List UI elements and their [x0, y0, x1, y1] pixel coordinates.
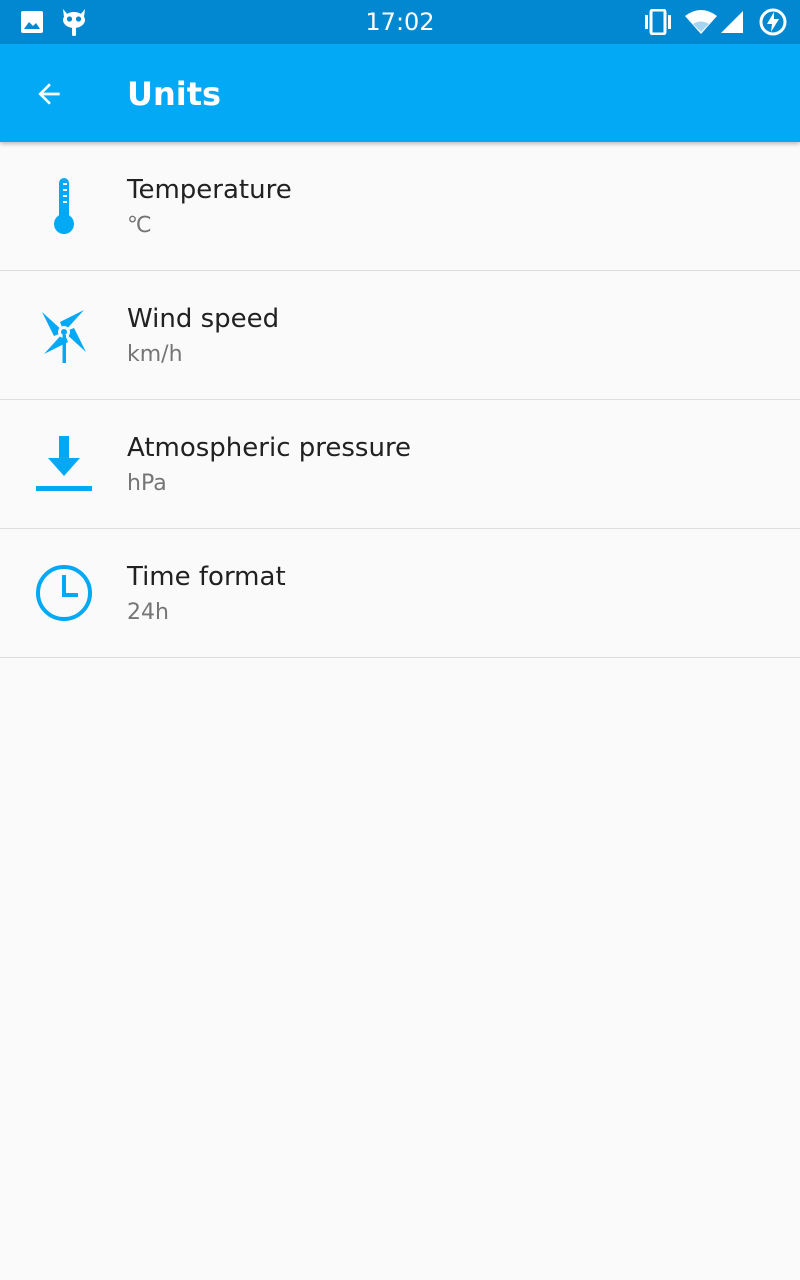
setting-title: Wind speed: [127, 304, 280, 334]
vibrate-icon: [645, 9, 671, 35]
page-title: Units: [127, 75, 222, 113]
setting-value: hPa: [127, 471, 167, 496]
pinwheel-icon: [32, 303, 96, 367]
wifi-icon: [685, 10, 717, 34]
back-button[interactable]: [24, 69, 74, 119]
thermometer-icon: [32, 174, 96, 238]
setting-value: ℃: [127, 213, 152, 238]
setting-atmospheric-pressure[interactable]: Atmospheric pressure hPa: [0, 400, 800, 529]
battery-charging-icon: [759, 8, 787, 36]
setting-title: Temperature: [127, 175, 292, 205]
clock-icon: [32, 561, 96, 625]
status-time: 17:02: [365, 8, 435, 36]
setting-temperature[interactable]: Temperature ℃: [0, 142, 800, 271]
setting-time-format[interactable]: Time format 24h: [0, 529, 800, 658]
setting-value: km/h: [127, 342, 183, 367]
setting-title: Time format: [127, 562, 286, 592]
app-bar: Units: [0, 44, 800, 142]
signal-icon: [721, 11, 743, 33]
status-bar: 17:02: [0, 0, 800, 44]
arrow-back-icon: [38, 83, 60, 105]
setting-value: 24h: [127, 600, 169, 625]
setting-title: Atmospheric pressure: [127, 433, 412, 463]
settings-list: Temperature ℃ Wind speed km/h Atmospheri…: [0, 142, 800, 658]
setting-wind-speed[interactable]: Wind speed km/h: [0, 271, 800, 400]
pressure-down-arrow-icon: [32, 432, 96, 496]
